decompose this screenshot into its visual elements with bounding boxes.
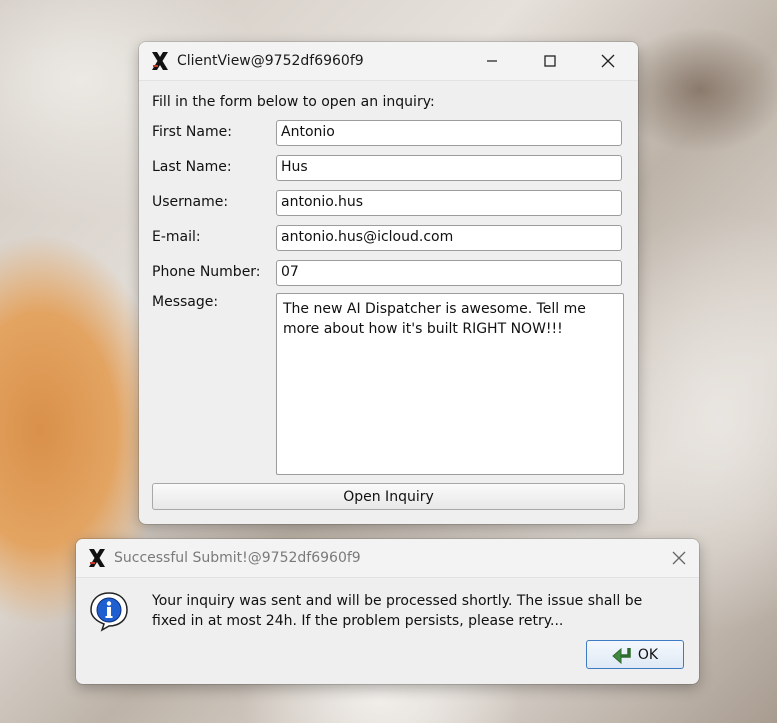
last-name-field[interactable]: Hus (276, 155, 622, 181)
email-label: E-mail: (152, 229, 201, 245)
phone-label: Phone Number: (152, 264, 261, 280)
phone-field[interactable]: 07 (276, 260, 622, 286)
client-view-window: ClientView@9752df6960f9 Fill in the form… (139, 42, 638, 524)
message-textarea[interactable]: The new AI Dispatcher is awesome. Tell m… (276, 293, 624, 475)
close-icon (672, 551, 686, 565)
maximize-icon (544, 55, 556, 67)
last-name-label: Last Name: (152, 159, 232, 175)
first-name-label: First Name: (152, 124, 232, 140)
minimize-button[interactable] (469, 42, 515, 80)
return-arrow-icon (612, 647, 631, 664)
inquiry-form: Fill in the form below to open an inquir… (139, 81, 638, 524)
dialog-message-line-2: fixed in at most 24h. If the problem per… (152, 613, 564, 629)
x11-logo-icon (86, 547, 108, 569)
ok-label: OK (637, 646, 659, 663)
dialog-title-bar[interactable]: Successful Submit!@9752df6960f9 (76, 539, 699, 578)
maximize-button[interactable] (527, 42, 573, 80)
x11-logo-icon (149, 50, 171, 72)
form-instruction: Fill in the form below to open an inquir… (152, 94, 435, 110)
success-dialog: Successful Submit!@9752df6960f9 Your inq… (76, 539, 699, 684)
dialog-title: Successful Submit!@9752df6960f9 (114, 550, 361, 566)
email-field[interactable]: antonio.hus@icloud.com (276, 225, 622, 251)
close-icon (601, 54, 615, 68)
info-icon (88, 590, 130, 632)
username-label: Username: (152, 194, 229, 210)
ok-button[interactable]: OK (586, 640, 684, 669)
dialog-message: Your inquiry was sent and will be proces… (152, 591, 687, 631)
minimize-icon (487, 60, 497, 62)
username-field[interactable]: antonio.hus (276, 190, 622, 216)
open-inquiry-button[interactable]: Open Inquiry (152, 483, 625, 510)
dialog-body: Your inquiry was sent and will be proces… (76, 578, 699, 684)
dialog-close-button[interactable] (656, 539, 699, 577)
close-button[interactable] (585, 42, 631, 80)
title-bar[interactable]: ClientView@9752df6960f9 (139, 42, 638, 81)
dialog-message-line-1: Your inquiry was sent and will be proces… (152, 593, 643, 609)
message-label: Message: (152, 294, 219, 310)
window-title: ClientView@9752df6960f9 (177, 53, 364, 69)
first-name-field[interactable]: Antonio (276, 120, 622, 146)
